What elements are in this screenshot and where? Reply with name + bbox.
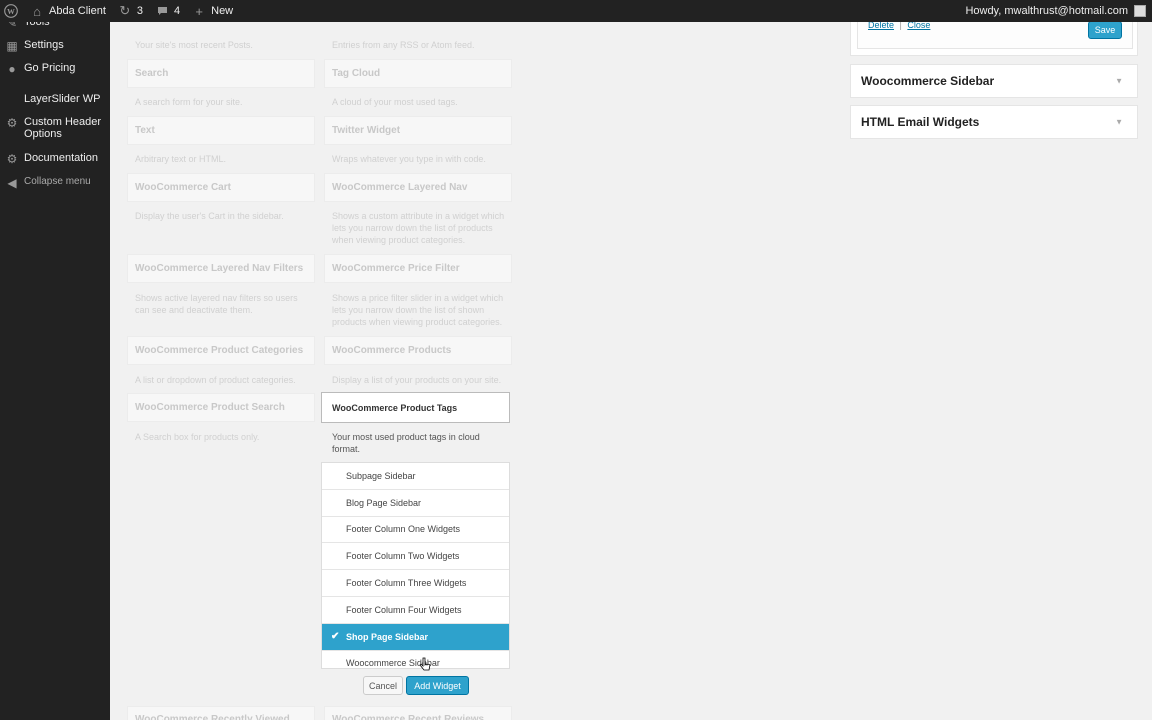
cancel-button[interactable]: Cancel xyxy=(363,676,403,695)
sidebar-html-email-widgets[interactable]: HTML Email Widgets ▼ xyxy=(850,105,1138,139)
hand-cursor-icon xyxy=(419,657,431,671)
site-name-link[interactable]: ⌂ Abda Client xyxy=(24,0,112,22)
updates-link[interactable]: ↻ 3 xyxy=(112,0,149,22)
sidebar-title: Woocommerce Sidebar xyxy=(861,74,995,88)
updates-count: 3 xyxy=(136,5,143,17)
widget-wc-recent-reviews[interactable]: WooCommerce Recent Reviews xyxy=(324,706,512,720)
sidebar-option-label: Blog Page Sidebar xyxy=(346,497,422,508)
widget-wc-recently-viewed[interactable]: WooCommerce Recently Viewed xyxy=(127,706,315,720)
widget-desc: Shows active layered nav filters so user… xyxy=(135,293,298,315)
add-widget-button[interactable]: Add Widget xyxy=(406,676,469,695)
widget-wc-product-tags[interactable]: WooCommerce Product Tags xyxy=(321,392,510,423)
widget-desc: Shows a custom attribute in a widget whi… xyxy=(332,211,505,245)
sidebar-option-label: Shop Page Sidebar xyxy=(346,631,429,642)
save-button[interactable]: Save xyxy=(1088,21,1122,39)
widget-wc-product-categories[interactable]: WooCommerce Product Categories xyxy=(127,336,315,365)
sidebar-option-label: Footer Column Two Widgets xyxy=(346,551,460,562)
widget-desc: A cloud of your most used tags. xyxy=(332,97,458,107)
menu-item-documentation[interactable]: ⚙ Documentation xyxy=(0,152,110,166)
widget-desc: Arbitrary text or HTML. xyxy=(135,154,227,164)
collapse-menu[interactable]: ◀ Collapse menu xyxy=(0,176,110,190)
widget-desc: A list or dropdown of product categories… xyxy=(135,375,296,385)
new-label: New xyxy=(211,5,234,17)
sidebar-option-label: Footer Column Four Widgets xyxy=(346,604,462,615)
sidebar-option[interactable]: Subpage Sidebar xyxy=(322,463,509,490)
menu-label: Documentation xyxy=(24,152,98,164)
wordpress-icon[interactable]: W xyxy=(0,0,24,22)
sidebar-option-label: Footer Column One Widgets xyxy=(346,524,461,535)
comment-icon xyxy=(155,4,169,19)
widget-twitter[interactable]: Twitter Widget xyxy=(324,116,512,145)
collapse-icon: ◀ xyxy=(7,176,17,190)
menu-item-custom-header[interactable]: ⚙ Custom Header Options xyxy=(0,116,110,140)
widget-wc-layered-filters[interactable]: WooCommerce Layered Nav Filters xyxy=(127,254,315,283)
widget-wc-products[interactable]: WooCommerce Products xyxy=(324,336,512,365)
widget-desc: Your most used product tags in cloud for… xyxy=(332,432,480,454)
sidebar-option[interactable]: Footer Column Two Widgets xyxy=(322,543,509,571)
sidebar-option[interactable]: Footer Column Three Widgets xyxy=(322,570,509,597)
site-name: Abda Client xyxy=(49,5,106,17)
admin-bar: W ⌂ Abda Client ↻ 3 4 + New Howdy, mwalt… xyxy=(0,0,1152,22)
widget-desc: Display the user's Cart in the sidebar. xyxy=(135,211,284,221)
menu-label: Custom Header Options xyxy=(24,116,102,140)
sidebar-option[interactable]: ✔ Shop Page Sidebar xyxy=(322,623,509,651)
gear-icon: ⚙ xyxy=(6,116,18,130)
menu-label: Settings xyxy=(24,39,64,51)
menu-label: Collapse menu xyxy=(24,176,91,187)
comments-count: 4 xyxy=(174,5,181,17)
sidebar-option[interactable]: Blog Page Sidebar xyxy=(322,490,509,517)
svg-text:W: W xyxy=(7,7,15,16)
sidebar-option-label: Subpage Sidebar xyxy=(346,470,416,481)
widget-tag-cloud[interactable]: Tag Cloud xyxy=(324,59,512,88)
new-content-link[interactable]: + New xyxy=(186,0,239,22)
checkmark-icon: ✔ xyxy=(331,631,340,643)
avatar[interactable] xyxy=(1134,5,1146,17)
widget-desc: Shows a price filter slider in a widget … xyxy=(332,293,504,327)
menu-item-layerslider[interactable]: LayerSlider WP xyxy=(0,93,110,105)
howdy-account[interactable]: Howdy, mwalthrust@hotmail.com xyxy=(965,5,1128,17)
widget-desc: A search form for your site. xyxy=(135,97,243,107)
sidebar-title: HTML Email Widgets xyxy=(861,115,980,129)
gear-icon: ⚙ xyxy=(6,152,18,166)
widget-desc: Your site's most recent Posts. xyxy=(135,40,253,50)
home-icon: ⌂ xyxy=(33,3,41,19)
menu-item-settings[interactable]: ▦ Settings xyxy=(0,39,110,53)
caret-down-icon[interactable]: ▼ xyxy=(1115,77,1123,86)
sidebar-option[interactable]: Woocommerce Sidebar xyxy=(322,651,509,668)
pricing-icon: ● xyxy=(8,62,16,76)
settings-icon: ▦ xyxy=(6,39,18,53)
menu-label: LayerSlider WP xyxy=(24,93,101,105)
widget-search[interactable]: Search xyxy=(127,59,315,88)
comments-link[interactable]: 4 xyxy=(149,0,186,22)
sidebar-woocommerce[interactable]: Woocommerce Sidebar ▼ xyxy=(850,64,1138,98)
widget-wc-cart[interactable]: WooCommerce Cart xyxy=(127,173,315,202)
widget-wc-layered-nav[interactable]: WooCommerce Layered Nav xyxy=(324,173,512,202)
sidebar-chooser: Subpage Sidebar Blog Page Sidebar Footer C… xyxy=(321,462,510,669)
plus-icon: + xyxy=(195,3,203,19)
caret-down-icon[interactable]: ▼ xyxy=(1115,118,1123,127)
widget-desc: Entries from any RSS or Atom feed. xyxy=(332,40,475,50)
widget-desc: Display a list of your products on your … xyxy=(332,375,502,385)
widget-text[interactable]: Text xyxy=(127,116,315,145)
menu-label: Go Pricing xyxy=(24,62,76,74)
sidebar-option[interactable]: Footer Column Four Widgets xyxy=(322,597,509,624)
sidebar-option[interactable]: Footer Column One Widgets xyxy=(322,517,509,544)
updates-icon: ↻ xyxy=(119,3,131,18)
widget-desc: A Search box for products only. xyxy=(135,432,260,442)
widget-wc-product-search[interactable]: WooCommerce Product Search xyxy=(127,393,315,422)
widget-desc: Wraps whatever you type in with code. xyxy=(332,154,486,164)
sidebar-option-label: Footer Column Three Widgets xyxy=(346,578,467,589)
admin-menu: ✎ Tools ▦ Settings ● Go Pricing LayerSli… xyxy=(0,16,110,720)
widget-wc-price-filter[interactable]: WooCommerce Price Filter xyxy=(324,254,512,283)
menu-item-go-pricing[interactable]: ● Go Pricing xyxy=(0,62,110,76)
